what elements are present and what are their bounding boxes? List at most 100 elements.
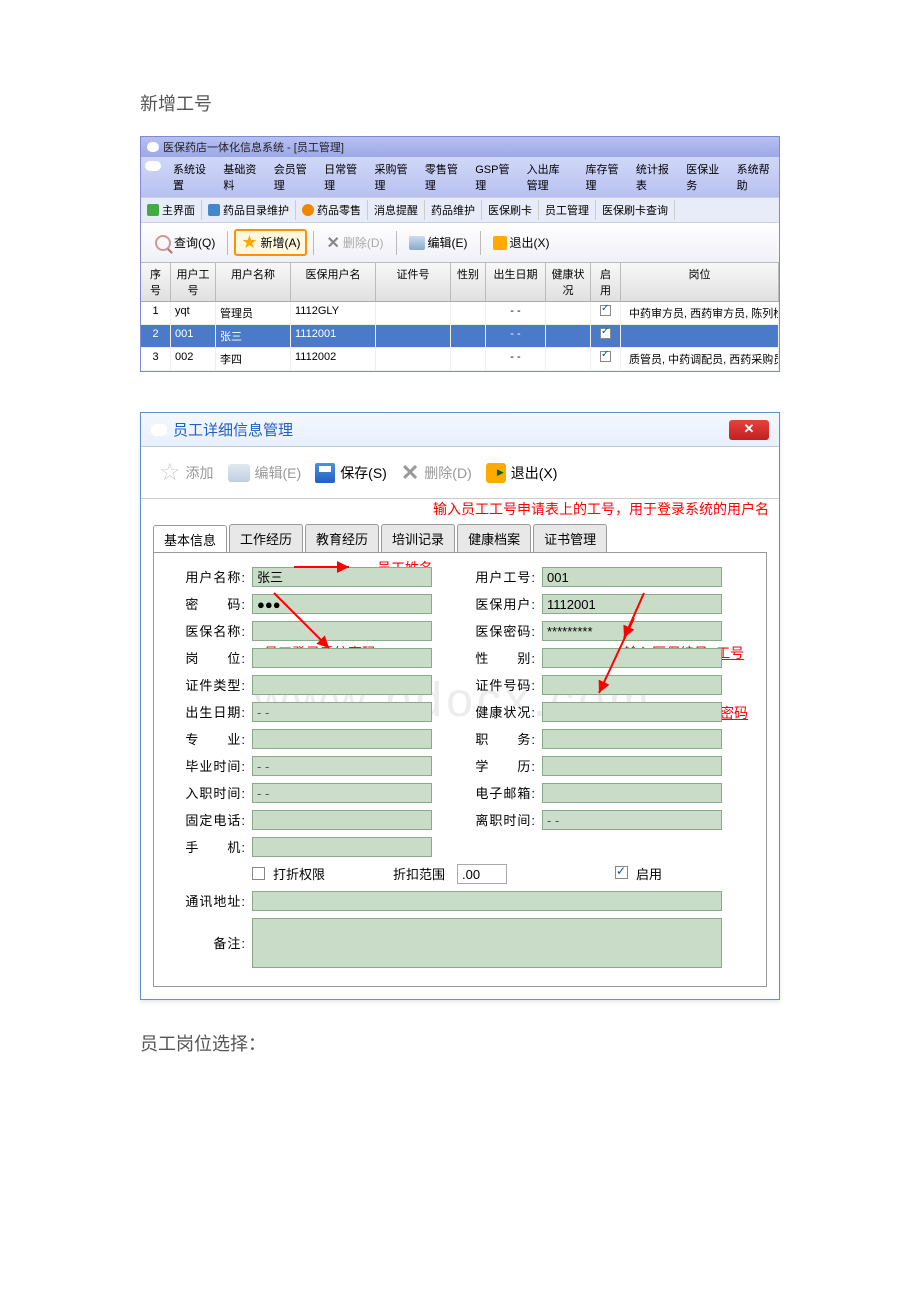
tab-basic[interactable]: 基本信息 xyxy=(153,525,227,553)
remark-input[interactable] xyxy=(252,918,722,968)
edit-button[interactable]: 编辑(E) xyxy=(224,460,306,486)
subtab-drug-dir[interactable]: 药品目录维护 xyxy=(202,200,296,220)
tab-health[interactable]: 健康档案 xyxy=(457,524,531,552)
menu-stock[interactable]: 库存管理 xyxy=(578,159,628,195)
close-button[interactable]: ✕ xyxy=(729,420,769,440)
discount-checkbox[interactable] xyxy=(252,867,265,880)
subtab-drug-retail[interactable]: 药品零售 xyxy=(296,200,368,220)
exit-button[interactable]: 退出(X) xyxy=(487,232,556,253)
grid-row[interactable]: 1 yqt 管理员 1112GLY - - 中药审方员, 西药审方员, 陈列检查… xyxy=(141,302,779,325)
add-button[interactable]: ★新增(A) xyxy=(234,229,307,256)
separator xyxy=(480,231,481,255)
tab-content: www.bdocx.com 用户名称: 张三 用户工号: 001 密 码: ●●… xyxy=(153,552,767,987)
col-yb[interactable]: 医保用户名 xyxy=(291,263,376,301)
menu-system[interactable]: 系统设置 xyxy=(165,159,215,195)
col-seq[interactable]: 序号 xyxy=(141,263,171,301)
subtab-main[interactable]: 主界面 xyxy=(141,200,202,220)
uname-input[interactable]: 张三 xyxy=(252,567,432,587)
menu-purchase[interactable]: 采购管理 xyxy=(367,159,417,195)
birth-input[interactable]: - - xyxy=(252,702,432,722)
col-role[interactable]: 岗位 xyxy=(621,263,779,301)
menu-retail[interactable]: 零售管理 xyxy=(417,159,467,195)
exit-icon xyxy=(493,236,507,250)
tel-label: 固定电话: xyxy=(172,810,252,829)
col-health[interactable]: 健康状况 xyxy=(546,263,591,301)
col-birth[interactable]: 出生日期 xyxy=(486,263,546,301)
tab-train[interactable]: 培训记录 xyxy=(381,524,455,552)
add-button[interactable]: ☆添加 xyxy=(155,455,218,490)
grad-label: 毕业时间: xyxy=(172,756,252,775)
menu-inout[interactable]: 入出库管理 xyxy=(519,159,578,195)
mobile-input[interactable] xyxy=(252,837,432,857)
save-button[interactable]: 保存(S) xyxy=(311,460,391,486)
email-label: 电子邮箱: xyxy=(462,783,542,802)
menu-help[interactable]: 系统帮助 xyxy=(729,159,779,195)
employee-grid: 序号 用户工号 用户名称 医保用户名 证件号 性别 出生日期 健康状况 启用 岗… xyxy=(141,263,779,371)
ybp-input[interactable]: ********* xyxy=(542,621,722,641)
join-input[interactable]: - - xyxy=(252,783,432,803)
ybu-input[interactable]: 1112001 xyxy=(542,594,722,614)
menu-member[interactable]: 会员管理 xyxy=(266,159,316,195)
col-sex[interactable]: 性别 xyxy=(451,263,486,301)
menu-yb[interactable]: 医保业务 xyxy=(678,159,728,195)
doc-heading-1: 新增工号 xyxy=(140,90,780,116)
col-uid[interactable]: 用户工号 xyxy=(171,263,216,301)
leave-input[interactable]: - - xyxy=(542,810,722,830)
tab-edu[interactable]: 教育经历 xyxy=(305,524,379,552)
x-icon: ✕ xyxy=(401,460,419,486)
sex-input[interactable] xyxy=(542,648,722,668)
pos-input[interactable] xyxy=(252,648,432,668)
subtab-msg[interactable]: 消息提醒 xyxy=(368,200,425,220)
health-label: 健康状况: xyxy=(462,702,542,721)
certno-input[interactable] xyxy=(542,675,722,695)
tel-input[interactable] xyxy=(252,810,432,830)
duty-input[interactable] xyxy=(542,729,722,749)
checkbox-icon[interactable] xyxy=(600,351,611,362)
subtab-yb-card[interactable]: 医保刷卡 xyxy=(482,200,539,220)
grid-row-selected[interactable]: 2 001 张三 1112001 - - xyxy=(141,325,779,348)
tab-cert[interactable]: 证书管理 xyxy=(533,524,607,552)
pwd-input[interactable]: ●●● xyxy=(252,594,432,614)
window-title: 医保药店一体化信息系统 - [员工管理] xyxy=(163,139,344,155)
toolbar: 查询(Q) ★新增(A) ✕删除(D) 编辑(E) 退出(X) xyxy=(141,223,779,263)
query-button[interactable]: 查询(Q) xyxy=(149,232,221,253)
ybn-input[interactable] xyxy=(252,621,432,641)
retail-icon xyxy=(302,204,314,216)
detail-title-bar: 员工详细信息管理 ✕ xyxy=(141,413,779,447)
exit-button[interactable]: 退出(X) xyxy=(482,460,562,486)
ybn-label: 医保名称: xyxy=(172,621,252,640)
subtab-yb-query[interactable]: 医保刷卡查询 xyxy=(596,200,675,220)
grid-row[interactable]: 3 002 李四 1112002 - - 质管员, 中药调配员, 西药采购员, … xyxy=(141,348,779,371)
col-uname[interactable]: 用户名称 xyxy=(216,263,291,301)
duty-label: 职 务: xyxy=(462,729,542,748)
sex-label: 性 别: xyxy=(462,648,542,667)
subtab-emp[interactable]: 员工管理 xyxy=(539,200,596,220)
delete-button[interactable]: ✕删除(D) xyxy=(397,457,476,489)
menu-daily[interactable]: 日常管理 xyxy=(316,159,366,195)
grad-input[interactable]: - - xyxy=(252,756,432,776)
uid-input[interactable]: 001 xyxy=(542,567,722,587)
checkbox-icon[interactable] xyxy=(600,328,611,339)
certno-label: 证件号码: xyxy=(462,675,542,694)
checkbox-icon[interactable] xyxy=(600,305,611,316)
tab-work[interactable]: 工作经历 xyxy=(229,524,303,552)
edu-input[interactable] xyxy=(542,756,722,776)
health-input[interactable] xyxy=(542,702,722,722)
col-enable[interactable]: 启用 xyxy=(591,263,621,301)
subtab-drug-maint[interactable]: 药品维护 xyxy=(425,200,482,220)
menu-report[interactable]: 统计报表 xyxy=(628,159,678,195)
edit-button[interactable]: 编辑(E) xyxy=(403,232,474,253)
col-cert[interactable]: 证件号 xyxy=(376,263,451,301)
major-input[interactable] xyxy=(252,729,432,749)
discount-range-input[interactable]: .00 xyxy=(457,864,507,884)
detail-tabs: 基本信息 工作经历 教育经历 培训记录 健康档案 证书管理 xyxy=(141,518,779,552)
delete-button[interactable]: ✕删除(D) xyxy=(320,231,389,255)
menu-gsp[interactable]: GSP管理 xyxy=(467,159,518,195)
addr-input[interactable] xyxy=(252,891,722,911)
enable-checkbox[interactable] xyxy=(615,866,628,879)
star-icon: ★ xyxy=(241,232,257,253)
email-input[interactable] xyxy=(542,783,722,803)
pos-label: 岗 位: xyxy=(172,648,252,667)
menu-basic[interactable]: 基础资料 xyxy=(215,159,265,195)
certtype-input[interactable] xyxy=(252,675,432,695)
